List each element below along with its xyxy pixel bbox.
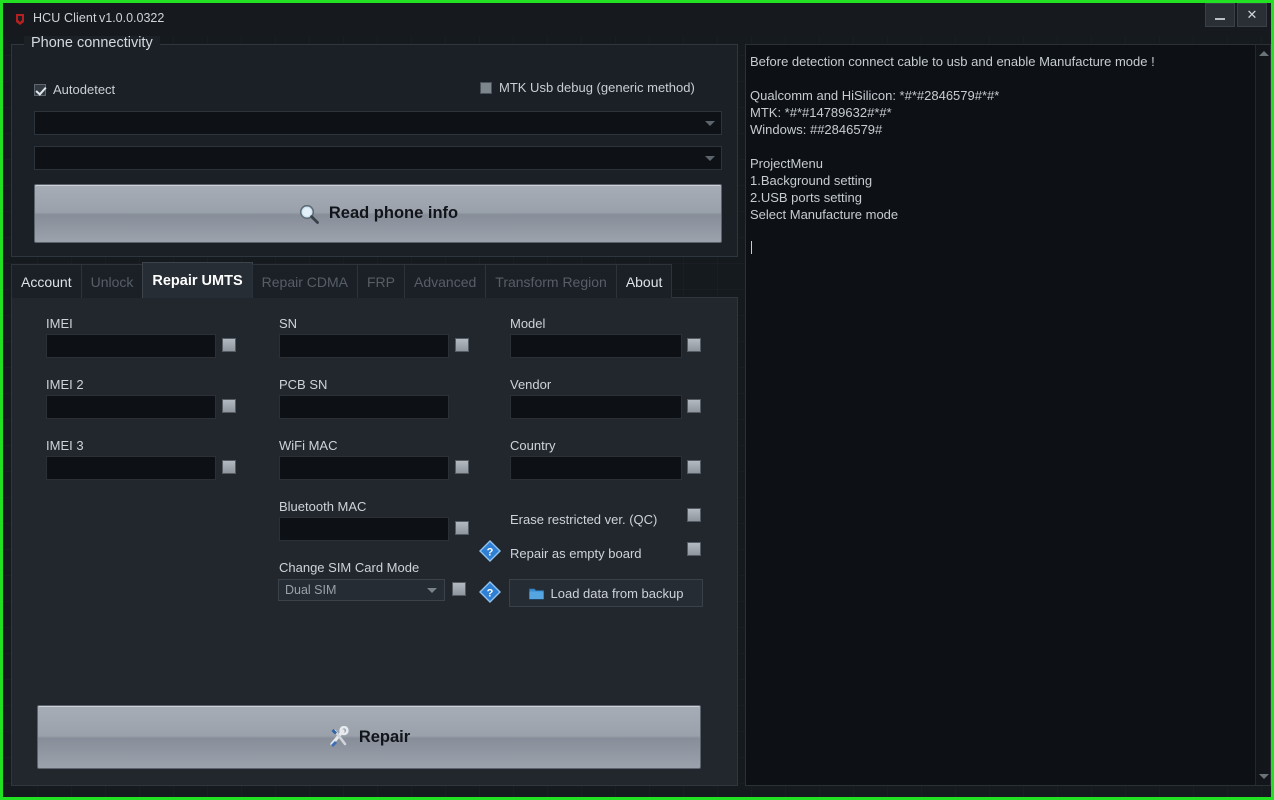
chevron-down-icon bbox=[705, 156, 715, 161]
repair-empty-board-checkbox[interactable] bbox=[687, 542, 701, 556]
erase-restricted-label: Erase restricted ver. (QC) bbox=[510, 512, 658, 527]
wifi-mac-checkbox[interactable] bbox=[455, 460, 469, 474]
model-checkbox[interactable] bbox=[687, 338, 701, 352]
sim-mode-label: Change SIM Card Mode bbox=[279, 560, 420, 575]
autodetect-label: Autodetect bbox=[53, 82, 116, 97]
model-select[interactable] bbox=[34, 146, 722, 170]
hcu-app-icon bbox=[16, 14, 24, 25]
chevron-down-icon bbox=[705, 121, 715, 126]
sn-label: SN bbox=[279, 316, 298, 331]
tab-frp[interactable]: FRP bbox=[357, 264, 405, 298]
magnifier-icon bbox=[299, 204, 319, 224]
bluetooth-mac-input[interactable] bbox=[279, 517, 449, 541]
tools-icon bbox=[330, 726, 349, 747]
tab-repair-umts[interactable]: Repair UMTS bbox=[142, 262, 253, 298]
imei3-input[interactable] bbox=[46, 456, 216, 480]
phone-connectivity-group: Phone connectivity Autodetect MTK Usb de… bbox=[11, 35, 738, 257]
phone-connectivity-title: Phone connectivity bbox=[24, 35, 160, 51]
window-title: HCU Client bbox=[33, 11, 97, 25]
read-phone-info-label: Read phone info bbox=[328, 204, 459, 222]
tab-transform-region[interactable]: Transform Region bbox=[485, 264, 617, 298]
sn-checkbox[interactable] bbox=[455, 338, 469, 352]
question-diamond-icon[interactable]: ? bbox=[479, 540, 501, 562]
repair-button-label: Repair bbox=[358, 727, 411, 746]
text-caret bbox=[751, 241, 752, 254]
model-label: Model bbox=[510, 316, 546, 331]
pcb-sn-input[interactable] bbox=[279, 395, 449, 419]
minimize-icon bbox=[1215, 17, 1225, 20]
vendor-label: Vendor bbox=[510, 377, 552, 392]
erase-restricted-checkbox[interactable] bbox=[687, 508, 701, 522]
country-label: Country bbox=[510, 438, 556, 453]
sim-card-mode-select[interactable]: Dual SIM bbox=[278, 579, 445, 601]
imei2-label: IMEI 2 bbox=[46, 377, 84, 392]
country-checkbox[interactable] bbox=[687, 460, 701, 474]
autodetect-checkbox-row[interactable]: Autodetect bbox=[34, 82, 115, 97]
minimize-button[interactable] bbox=[1205, 3, 1235, 27]
folder-icon bbox=[528, 588, 544, 599]
close-button[interactable]: ✕ bbox=[1237, 3, 1267, 27]
title-bar: HCU Client v1.0.0.0322 ✕ bbox=[3, 3, 1271, 36]
log-panel[interactable]: Before detection connect cable to usb an… bbox=[745, 44, 1271, 786]
autodetect-checkbox[interactable] bbox=[34, 83, 46, 96]
vendor-input[interactable] bbox=[510, 395, 682, 419]
bluetooth-mac-label: Bluetooth MAC bbox=[279, 499, 367, 514]
tab-about[interactable]: About bbox=[615, 264, 673, 298]
imei-label: IMEI bbox=[46, 316, 73, 331]
log-text: Before detection connect cable to usb an… bbox=[750, 54, 1155, 222]
tab-bar: Account Unlock Repair UMTS Repair CDMA F… bbox=[11, 262, 738, 298]
pcb-sn-label: PCB SN bbox=[279, 377, 328, 392]
svg-text:?: ? bbox=[487, 547, 494, 559]
repair-button[interactable]: Repair bbox=[37, 705, 701, 769]
imei3-checkbox[interactable] bbox=[222, 460, 236, 474]
close-icon: ✕ bbox=[1246, 7, 1258, 22]
imei2-checkbox[interactable] bbox=[222, 399, 236, 413]
mtk-usb-debug-checkbox[interactable] bbox=[480, 81, 492, 94]
window-version: v1.0.0.0322 bbox=[99, 11, 165, 25]
country-input[interactable] bbox=[510, 456, 682, 480]
port-select[interactable] bbox=[34, 111, 722, 135]
log-scrollbar[interactable] bbox=[1255, 45, 1270, 785]
load-data-from-backup-label: Load data from backup bbox=[550, 585, 684, 601]
imei-checkbox[interactable] bbox=[222, 338, 236, 352]
sn-input[interactable] bbox=[279, 334, 449, 358]
wifi-mac-label: WiFi MAC bbox=[279, 438, 338, 453]
tab-account[interactable]: Account bbox=[11, 264, 82, 298]
imei3-label: IMEI 3 bbox=[46, 438, 84, 453]
tab-advanced[interactable]: Advanced bbox=[404, 264, 487, 298]
model-input[interactable] bbox=[510, 334, 682, 358]
wifi-mac-input[interactable] bbox=[279, 456, 449, 480]
load-data-from-backup-button[interactable]: Load data from backup bbox=[509, 579, 703, 607]
scroll-down-arrow-icon[interactable] bbox=[1259, 774, 1269, 779]
tab-unlock[interactable]: Unlock bbox=[80, 264, 144, 298]
bluetooth-mac-checkbox[interactable] bbox=[455, 521, 469, 535]
mtk-usb-debug-label: MTK Usb debug (generic method) bbox=[499, 80, 695, 95]
svg-text:?: ? bbox=[487, 588, 494, 600]
scroll-up-arrow-icon[interactable] bbox=[1259, 51, 1269, 56]
imei2-input[interactable] bbox=[46, 395, 216, 419]
tab-repair-cdma[interactable]: Repair CDMA bbox=[251, 264, 358, 298]
vendor-checkbox[interactable] bbox=[687, 399, 701, 413]
question-diamond-icon[interactable]: ? bbox=[479, 581, 501, 603]
imei-input[interactable] bbox=[46, 334, 216, 358]
read-phone-info-button[interactable]: Read phone info bbox=[34, 184, 722, 243]
chevron-down-icon bbox=[427, 588, 437, 593]
repair-empty-board-label: Repair as empty board bbox=[510, 546, 642, 561]
sim-card-mode-value: Dual SIM bbox=[285, 583, 337, 597]
application-window: HCU Client v1.0.0.0322 ✕ Phone connectiv… bbox=[0, 0, 1274, 800]
mtk-usb-debug-checkbox-row[interactable]: MTK Usb debug (generic method) bbox=[480, 80, 695, 95]
sim-card-mode-checkbox[interactable] bbox=[452, 582, 466, 596]
